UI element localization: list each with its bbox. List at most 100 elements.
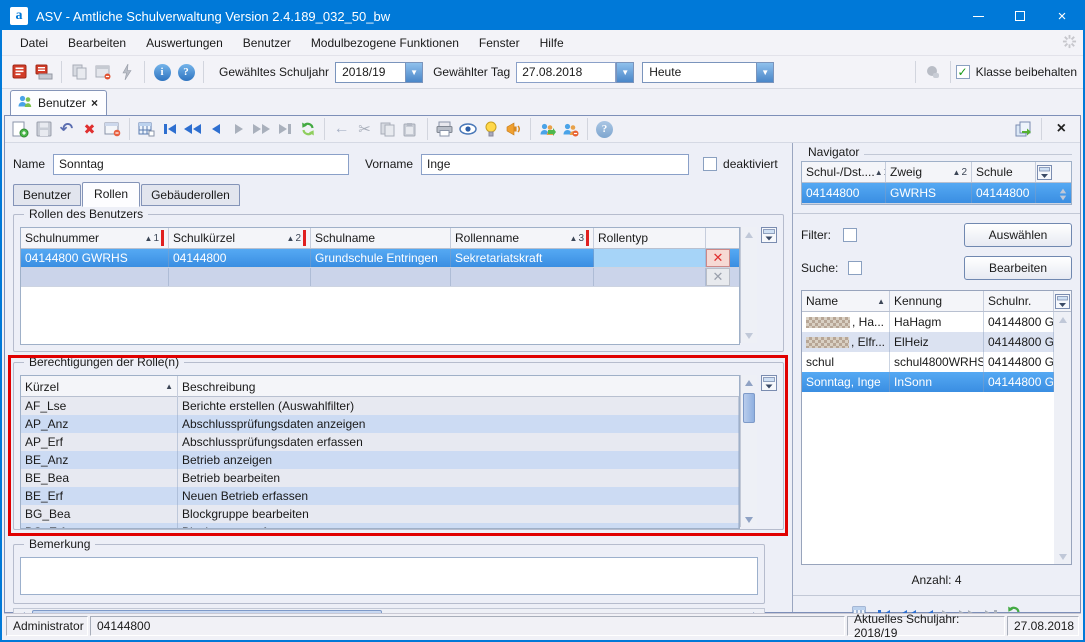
table-row[interactable]: 04144800 GWRHS 04144800 [802, 183, 1071, 204]
vorname-input[interactable]: Inge [421, 154, 689, 175]
suche-checkbox[interactable] [848, 261, 862, 275]
table-row[interactable]: BE_BeaBetrieb bearbeiten [21, 469, 739, 487]
nav-back-icon[interactable] [204, 118, 227, 140]
subtab-rollen[interactable]: Rollen [82, 182, 140, 207]
table-row[interactable]: AP_AnzAbschlussprüfungsdaten anzeigen [21, 415, 739, 433]
menu-fenster[interactable]: Fenster [469, 32, 530, 54]
column-config-icon[interactable] [1054, 291, 1071, 311]
lightning-icon[interactable] [115, 60, 139, 84]
close-button[interactable]: × [1041, 2, 1083, 30]
table-row[interactable]: AP_ErfAbschlussprüfungsdaten erfassen [21, 433, 739, 451]
list-item-selected[interactable]: Sonntag, Inge InSonn 04144800 GW... [802, 372, 1071, 392]
column-header-schulnr[interactable]: Schulnr. [984, 291, 1054, 311]
minimize-button[interactable] [957, 2, 999, 30]
column-header-schulkuerzel[interactable]: Schulkürzel ▲2 [169, 228, 311, 248]
bemerkung-textarea[interactable] [20, 557, 758, 595]
print-icon[interactable] [433, 118, 456, 140]
module-close-icon[interactable]: × [1047, 120, 1076, 138]
bearbeiten-button[interactable]: Bearbeiten [964, 256, 1072, 280]
scrollbar-thumb[interactable] [743, 393, 755, 423]
subtab-gebaeuderollen[interactable]: Gebäuderollen [141, 184, 240, 206]
tag-date-chevron-icon[interactable]: ▼ [616, 62, 634, 83]
spin-down-icon[interactable] [1060, 195, 1066, 200]
paste-icon[interactable] [399, 118, 422, 140]
scroll-up-icon[interactable] [745, 380, 753, 386]
column-header-schul-dst[interactable]: Schul-/Dst.... ▲1 [802, 162, 886, 182]
permissions-scrollbar[interactable] [740, 375, 757, 527]
column-header-schulnummer[interactable]: Schulnummer ▲1 [21, 228, 169, 248]
switch-module-icon[interactable] [1013, 118, 1036, 140]
module-help-icon[interactable] [593, 118, 616, 140]
new-record-icon[interactable] [9, 118, 32, 140]
column-config-icon[interactable] [1036, 162, 1071, 182]
table-row[interactable]: BE_ErfNeuen Betrieb erfassen [21, 487, 739, 505]
list-item[interactable]: , Elfr... ElHeiz 04144800 GW... [802, 332, 1071, 352]
delete-role-icon[interactable]: ✕ [706, 249, 730, 267]
scroll-down-icon[interactable] [745, 517, 753, 523]
column-config-icon[interactable] [761, 227, 777, 246]
tag-mode-select[interactable]: Heute ▼ [642, 62, 774, 83]
undo-icon[interactable]: ↶ [55, 118, 78, 140]
subtab-benutzer[interactable]: Benutzer [13, 184, 81, 206]
table-row[interactable]: BG_ErfBlockgruppe erfassen [21, 523, 739, 528]
delete-role-icon[interactable]: ✕ [706, 268, 730, 286]
nav-forward-icon[interactable] [227, 118, 250, 140]
table-row[interactable]: BG_BeaBlockgruppe bearbeiten [21, 505, 739, 523]
window-remove-icon[interactable] [91, 60, 115, 84]
chevron-down-icon[interactable]: ▼ [756, 63, 773, 82]
deaktiviert-checkbox[interactable] [703, 157, 717, 171]
table-row[interactable]: 04144800 GWRHS 04144800 Grundschule Entr… [21, 249, 739, 268]
preview-eye-icon[interactable] [456, 118, 479, 140]
scroll-down-icon[interactable] [745, 333, 753, 339]
menu-hilfe[interactable]: Hilfe [530, 32, 574, 54]
column-header-schule[interactable]: Schule [972, 162, 1036, 182]
user-import-icon[interactable] [536, 118, 559, 140]
cut-icon[interactable]: ✂ [353, 118, 376, 140]
name-input[interactable]: Sonntag [53, 154, 349, 175]
announce-horn-icon[interactable] [502, 118, 525, 140]
menu-benutzer[interactable]: Benutzer [233, 32, 301, 54]
nav-first-icon[interactable] [158, 118, 181, 140]
cell-rollentyp[interactable] [594, 249, 706, 267]
jump-back-icon[interactable]: ← [330, 118, 353, 140]
nav-last-icon[interactable] [273, 118, 296, 140]
tag-date-input[interactable]: 27.08.2018 [516, 62, 616, 83]
menu-auswertungen[interactable]: Auswertungen [136, 32, 233, 54]
menu-modulbezogene-funktionen[interactable]: Modulbezogene Funktionen [301, 32, 469, 54]
column-header-rollenname[interactable]: Rollenname ▲3 [451, 228, 594, 248]
klasse-beibehalten-checkbox[interactable] [956, 65, 970, 79]
table-row[interactable]: ✕ [21, 268, 739, 287]
spin-up-icon[interactable] [1060, 188, 1066, 193]
auswaehlen-button[interactable]: Auswählen [964, 223, 1072, 247]
chevron-down-icon[interactable]: ▼ [405, 63, 422, 82]
table-row[interactable]: BE_AnzBetrieb anzeigen [21, 451, 739, 469]
user-remove-icon[interactable] [559, 118, 582, 140]
list-item[interactable]: , Ha... HaHagm 04144800 GW... [802, 312, 1071, 332]
delete-record-icon[interactable]: ✖ [78, 118, 101, 140]
column-header-kennung[interactable]: Kennung [890, 291, 984, 311]
row-spinner[interactable] [1056, 184, 1070, 204]
column-header-schulname[interactable]: Schulname [311, 228, 451, 248]
user-list-scrollbar[interactable] [1054, 312, 1071, 564]
nav-fast-forward-icon[interactable] [250, 118, 273, 140]
edit-record-icon[interactable] [101, 118, 124, 140]
menu-datei[interactable]: Datei [10, 32, 58, 54]
table-view-icon[interactable] [135, 118, 158, 140]
column-config-icon[interactable] [761, 375, 777, 394]
nav-fast-back-icon[interactable] [181, 118, 204, 140]
copy-icon[interactable] [376, 118, 399, 140]
menu-bearbeiten[interactable]: Bearbeiten [58, 32, 136, 54]
save-icon[interactable] [32, 118, 55, 140]
roles-scrollbar[interactable] [740, 227, 757, 343]
schuljahr-select[interactable]: 2018/19 ▼ [335, 62, 423, 83]
column-header-name[interactable]: Name ▲ [802, 291, 890, 311]
column-header-zweig[interactable]: Zweig ▲2 [886, 162, 972, 182]
refresh-icon[interactable] [296, 118, 319, 140]
scroll-down-icon[interactable] [1059, 554, 1067, 560]
scroll-up-icon[interactable] [1059, 317, 1067, 323]
table-row[interactable]: AF_LseBerichte erstellen (Auswahlfilter) [21, 397, 739, 415]
column-header-kuerzel[interactable]: Kürzel ▲ [21, 376, 178, 397]
maximize-button[interactable] [999, 2, 1041, 30]
info-icon[interactable] [150, 60, 174, 84]
filter-checkbox[interactable] [843, 228, 857, 242]
